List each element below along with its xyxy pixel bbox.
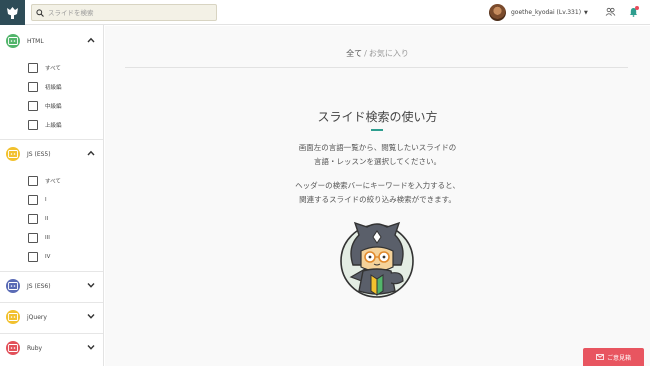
sidebar-item-es5-i[interactable]: I: [28, 194, 47, 206]
checkbox[interactable]: [28, 233, 38, 243]
breadcrumb-separator: /: [364, 49, 367, 58]
help-text-line: ヘッダーの検索バーにキーワードを入力すると、: [295, 181, 460, 190]
checkbox[interactable]: [28, 214, 38, 224]
chevron-down-icon[interactable]: [87, 344, 95, 350]
sidebar-section-js-es5[interactable]: JS (ES5): [0, 140, 103, 168]
username[interactable]: goethe_kyodai (Lv.331): [511, 9, 581, 16]
sidebar-section-js-es6[interactable]: JS (ES6): [0, 272, 103, 300]
sidebar-item-html-advanced[interactable]: 上級編: [28, 119, 62, 131]
chevron-down-icon[interactable]: [87, 282, 95, 288]
sidebar-section-jquery[interactable]: jQuery: [0, 303, 103, 331]
sidebar-section-ruby[interactable]: Ruby: [0, 334, 103, 362]
notification-badge: [635, 6, 639, 10]
help-text-line: 画面左の言語一覧から、閲覧したいスライドの: [298, 143, 457, 152]
main-content: 全て / お気に入り スライド検索の使い方 画面左の言語一覧から、閲覧したいスライド…: [105, 26, 650, 366]
page-title: スライド検索の使い方: [317, 110, 438, 124]
notifications-button[interactable]: [627, 6, 639, 18]
checkbox[interactable]: [28, 82, 38, 92]
logo[interactable]: [0, 0, 25, 25]
search-bar[interactable]: [31, 4, 217, 21]
caret-down-icon[interactable]: ▼: [584, 10, 588, 16]
feedback-button[interactable]: ご意見箱: [583, 348, 644, 366]
sidebar-item-es5-iv[interactable]: IV: [28, 251, 50, 263]
users-icon: [605, 7, 615, 16]
item-label: 上級編: [45, 123, 62, 129]
js-es6-language-icon: [6, 279, 20, 293]
search-input[interactable]: [48, 8, 208, 17]
item-label: 中級編: [45, 104, 62, 110]
item-label: すべて: [45, 179, 61, 185]
checkbox[interactable]: [28, 195, 38, 205]
chevron-up-icon[interactable]: [87, 37, 95, 43]
checkbox[interactable]: [28, 101, 38, 111]
html-language-icon: [6, 34, 20, 48]
filter-all-link[interactable]: 全て: [346, 49, 362, 58]
filter-favorites-link[interactable]: お気に入り: [369, 49, 409, 58]
checkbox[interactable]: [28, 252, 38, 262]
checkbox[interactable]: [28, 63, 38, 73]
chevron-down-icon[interactable]: [87, 313, 95, 319]
section-title: jQuery: [27, 313, 47, 321]
breadcrumb: 全て / お気に入り: [105, 48, 650, 59]
item-label: III: [45, 235, 50, 241]
sidebar-item-html-intermediate[interactable]: 中級編: [28, 100, 62, 112]
sidebar: HTML すべて 初級編 中級編 上級編 JS (ES5) すべて I II I…: [0, 25, 104, 366]
help-text-line: 関連するスライドの絞り込み検索ができます。: [299, 195, 456, 204]
ninja-mascot-illustration: [340, 221, 414, 298]
checkbox[interactable]: [28, 120, 38, 130]
help-text-line: 言語・レッスンを選択してください。: [313, 157, 442, 166]
section-title: HTML: [27, 37, 44, 45]
friends-button[interactable]: [604, 6, 616, 18]
sidebar-item-html-beginner[interactable]: 初級編: [28, 81, 62, 93]
item-label: 初級編: [45, 85, 62, 91]
item-label: IV: [45, 254, 51, 260]
sidebar-section-html[interactable]: HTML: [0, 27, 103, 55]
logo-icon: [7, 7, 18, 19]
chevron-up-icon[interactable]: [87, 150, 95, 156]
item-label: I: [45, 197, 47, 203]
section-title: JS (ES5): [27, 150, 51, 158]
sidebar-item-es5-iii[interactable]: III: [28, 232, 50, 244]
section-title: Ruby: [27, 344, 43, 352]
item-label: すべて: [45, 66, 61, 72]
feedback-label: ご意見箱: [606, 354, 631, 362]
sidebar-item-es5-ii[interactable]: II: [28, 213, 48, 225]
avatar[interactable]: [489, 4, 506, 21]
js-es5-language-icon: [6, 147, 20, 161]
divider: [125, 67, 628, 68]
sidebar-item-es5-all[interactable]: すべて: [28, 175, 61, 187]
mail-icon: [596, 354, 604, 360]
search-icon: [36, 8, 44, 17]
ruby-language-icon: [6, 341, 20, 355]
item-label: II: [45, 216, 49, 222]
header: goethe_kyodai (Lv.331) ▼: [0, 0, 650, 25]
sidebar-item-html-all[interactable]: すべて: [28, 62, 61, 74]
jquery-language-icon: [6, 310, 20, 324]
checkbox[interactable]: [28, 176, 38, 186]
user-menu[interactable]: goethe_kyodai (Lv.331) ▼: [489, 3, 588, 22]
title-underline: [371, 129, 383, 131]
section-title: JS (ES6): [27, 282, 51, 290]
